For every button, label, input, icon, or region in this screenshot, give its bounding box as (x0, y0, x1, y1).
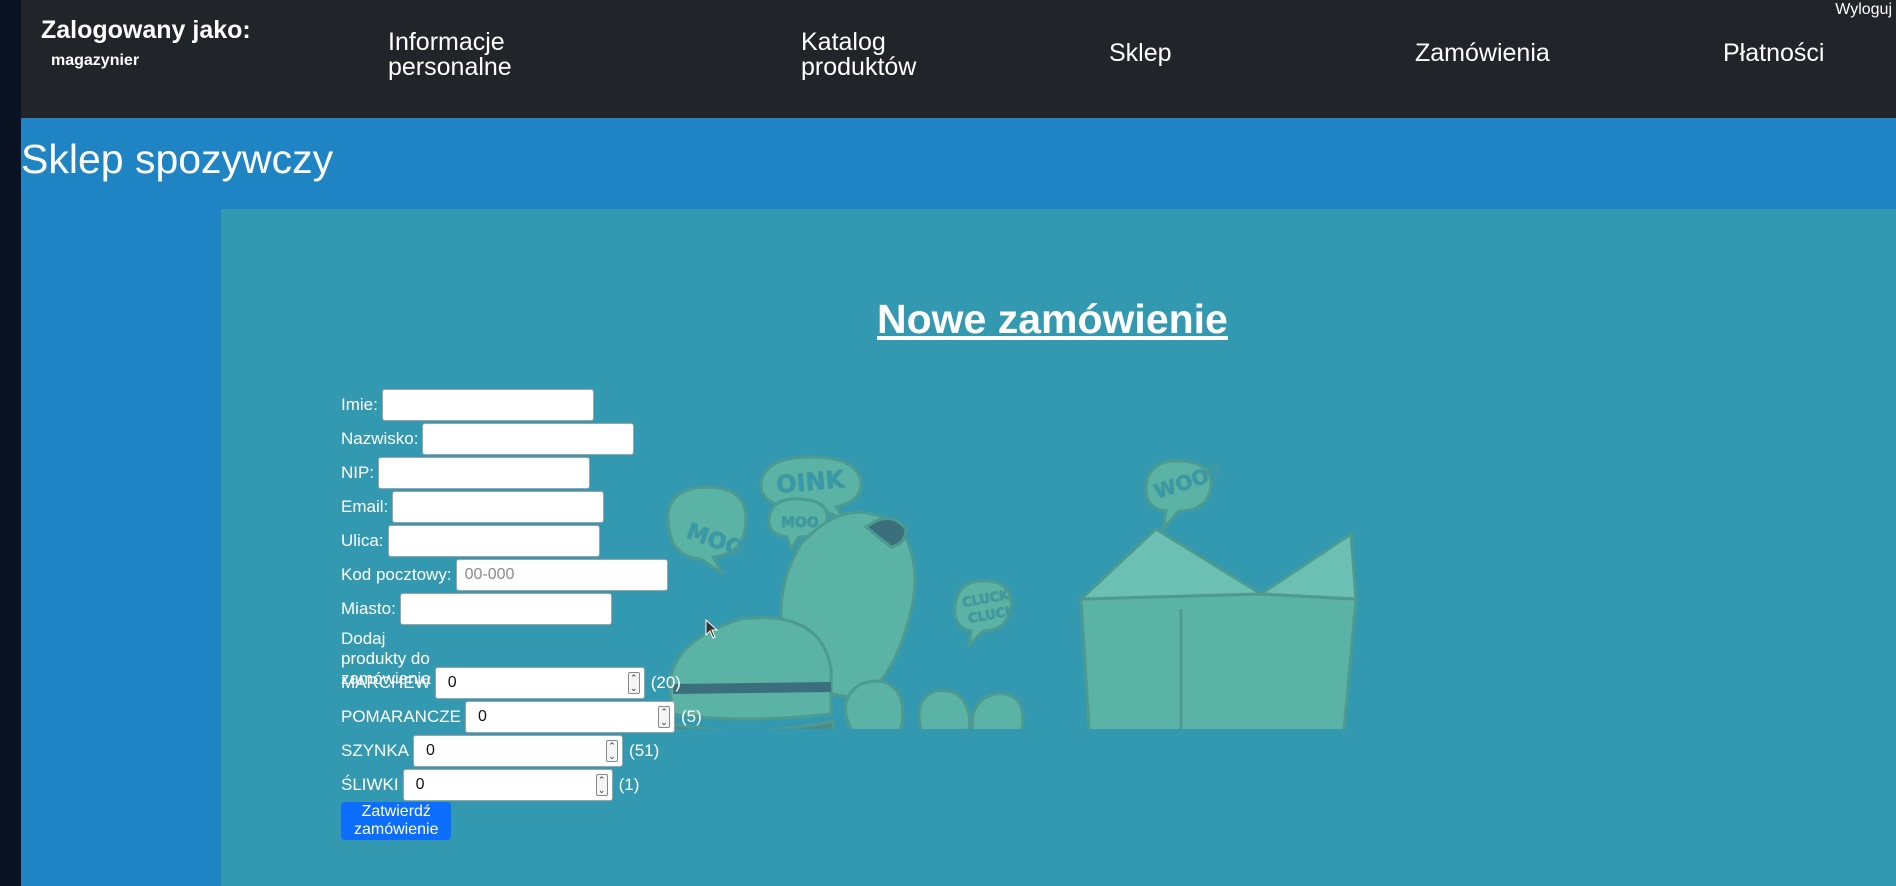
new-order-title: Nowe zamówienie (877, 296, 1228, 342)
email-row: Email: (341, 491, 605, 523)
product-name: SZYNKA (341, 741, 410, 760)
first-name-label: Imie: (341, 395, 378, 414)
email-label: Email: (341, 497, 389, 516)
quantity-input[interactable] (439, 668, 620, 698)
product-stock: (51) (629, 741, 660, 760)
email-input[interactable] (392, 491, 605, 523)
last-name-input[interactable] (422, 423, 635, 455)
city-label: Miasto: (341, 599, 396, 618)
desktop-edge (0, 0, 21, 886)
city-row: Miasto: (341, 593, 612, 625)
last-name-label: Nazwisko: (341, 429, 419, 448)
food-animals-illustration: MOO OINK MOO WOOF CLUCK CLUCK (666, 455, 1358, 729)
postal-code-row: Kod pocztowy: (341, 559, 668, 591)
top-navbar: Zalogowany jako: magazynier Informacje p… (21, 0, 1896, 118)
takeout-box (1079, 592, 1358, 729)
nav-shop[interactable]: Sklep (1109, 41, 1172, 66)
product-name: MARCHEW (341, 673, 431, 692)
nav-product-catalog[interactable]: Katalog produktów (801, 30, 941, 80)
first-name-row: Imie: (341, 389, 594, 421)
street-label: Ulica: (341, 531, 384, 550)
quantity-stepper[interactable]: ⌃⌄ (464, 701, 675, 733)
spinner-arrows-icon[interactable]: ⌃ ⌄ (657, 706, 670, 728)
quantity-stepper[interactable]: ⌃⌄ (413, 735, 624, 767)
quantity-input[interactable] (418, 736, 599, 766)
logged-in-label: Zalogowany jako: (41, 16, 251, 44)
last-name-row: Nazwisko: (341, 423, 635, 455)
nugget-1 (843, 679, 905, 729)
product-row: ŚLIWKI ⌃⌄ (1) (341, 769, 639, 801)
mouse-cursor-icon (705, 619, 719, 639)
nip-row: NIP: (341, 457, 591, 489)
main-content: MOO OINK MOO WOOF CLUCK CLUCK Nowe zamów… (221, 209, 1896, 886)
postal-code-input[interactable] (455, 559, 668, 591)
product-name: POMARANCZE (341, 707, 461, 726)
product-stock: (1) (618, 775, 640, 794)
submit-order-button[interactable]: Zatwierdź zamówienie (341, 802, 452, 840)
nav-orders[interactable]: Zamówienia (1415, 41, 1550, 66)
logged-in-username: magazynier (51, 52, 140, 69)
street-row: Ulica: (341, 525, 600, 557)
product-stock: (5) (680, 707, 702, 726)
product-row: MARCHEW ⌃⌄ (20) (341, 667, 681, 699)
spinner-arrows-icon[interactable]: ⌃ ⌄ (627, 672, 640, 694)
quantity-input[interactable] (469, 702, 650, 732)
product-name: ŚLIWKI (341, 775, 399, 794)
nav-payments[interactable]: Płatności (1723, 41, 1824, 66)
spinner-arrows-icon[interactable]: ⌃ ⌄ (595, 774, 608, 796)
product-stock: (20) (650, 673, 681, 692)
nip-label: NIP: (341, 463, 375, 482)
site-header: Sklep spozywczy (21, 118, 1896, 208)
product-row: SZYNKA ⌃⌄ (51) (341, 735, 659, 767)
postal-code-label: Kod pocztowy: (341, 565, 452, 584)
site-title: Sklep spozywczy (21, 136, 334, 182)
nugget-3 (970, 692, 1025, 729)
first-name-input[interactable] (381, 389, 594, 421)
product-row: POMARANCZE ⌃⌄ (5) (341, 701, 702, 733)
quantity-input[interactable] (407, 770, 588, 800)
street-input[interactable] (387, 525, 600, 557)
spinner-arrows-icon[interactable]: ⌃ ⌄ (606, 740, 619, 762)
city-input[interactable] (399, 593, 612, 625)
nugget-2 (917, 688, 972, 729)
quantity-stepper[interactable]: ⌃⌄ (434, 667, 645, 699)
moo-small-bubble-text: MOO (781, 515, 819, 531)
quantity-stepper[interactable]: ⌃⌄ (402, 769, 613, 801)
nav-personal-info[interactable]: Informacje personalne (388, 30, 548, 80)
logout-link[interactable]: Wyloguj (1835, 1, 1892, 19)
nip-input[interactable] (378, 457, 591, 489)
